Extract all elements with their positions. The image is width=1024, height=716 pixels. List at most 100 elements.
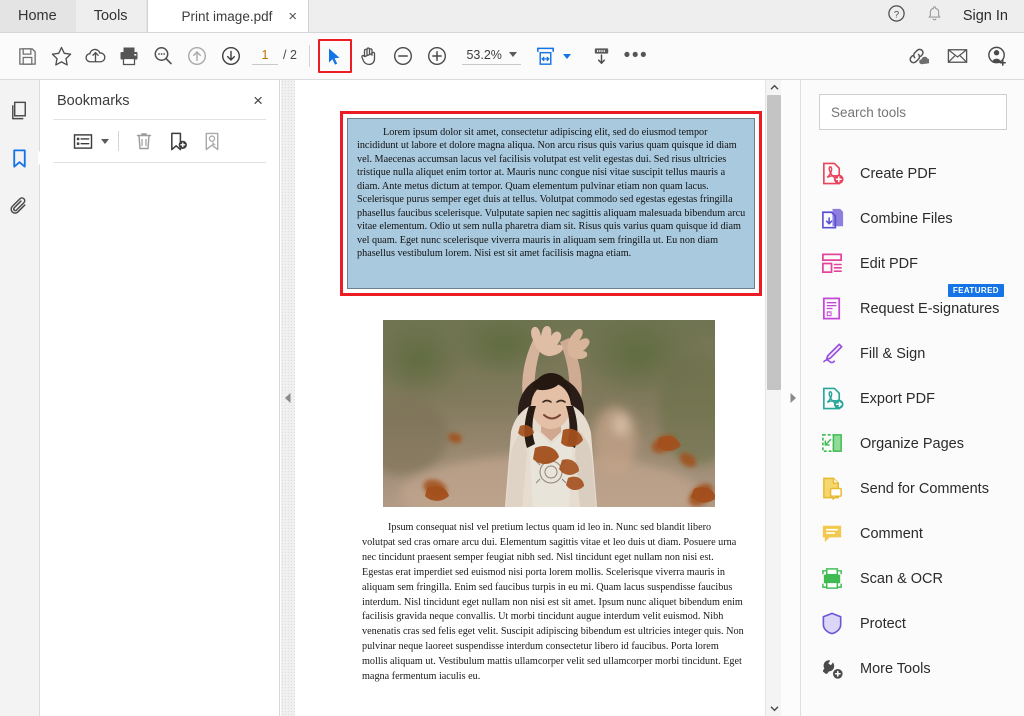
hand-pan-icon[interactable] (352, 39, 386, 73)
tool-organize-pages[interactable]: Organize Pages (819, 421, 1006, 466)
save-to-cloud-icon[interactable] (78, 39, 112, 73)
email-envelope-icon[interactable] (940, 39, 974, 73)
zoom-level-selector[interactable]: 53.2% (461, 47, 521, 65)
request-e-signatures-icon (819, 296, 845, 321)
scroll-down-arrow[interactable] (766, 701, 782, 716)
tool-label: More Tools (860, 660, 931, 677)
tool-request-e-signatures[interactable]: Request E-signatures FEATURED (819, 284, 1006, 331)
page-total-label: / 2 (283, 47, 297, 62)
page-thumbnails-icon[interactable] (2, 92, 38, 128)
tools-tab[interactable]: Tools (76, 0, 147, 32)
delete-trash-icon[interactable] (128, 126, 160, 156)
tool-label: Export PDF (860, 390, 935, 407)
more-options-ellipsis-icon[interactable]: ••• (619, 39, 653, 73)
bookmarks-panel-header: Bookmarks × (40, 80, 279, 119)
save-icon[interactable] (10, 39, 44, 73)
edit-pdf-icon (819, 251, 845, 276)
send-for-comments-icon (819, 476, 845, 501)
zoom-in-plus-icon[interactable] (420, 39, 454, 73)
add-person-icon[interactable] (980, 39, 1014, 73)
selected-text-paragraph[interactable]: Lorem ipsum dolor sit amet, consectetur … (347, 118, 755, 289)
next-page-down-arrow-icon[interactable] (214, 39, 248, 73)
close-icon[interactable]: × (253, 92, 263, 109)
close-icon[interactable]: × (288, 9, 297, 24)
find-bookmark-icon[interactable] (196, 126, 228, 156)
tool-fill-and-sign[interactable]: Fill & Sign (819, 331, 1006, 376)
search-tools-input[interactable] (819, 94, 1007, 130)
bookmarks-panel: Bookmarks × (40, 80, 280, 716)
main-toolbar: / 2 53.2% ••• (0, 33, 1024, 80)
tool-send-for-comments[interactable]: Send for Comments (819, 466, 1006, 511)
select-cursor-icon[interactable] (317, 39, 352, 73)
help-circle-icon[interactable]: ? (887, 4, 906, 28)
home-tab[interactable]: Home (0, 0, 76, 32)
share-link-cloud-icon[interactable] (900, 39, 934, 73)
protect-shield-icon (819, 611, 845, 636)
tools-tab-label: Tools (93, 8, 128, 24)
tool-label: Create PDF (860, 165, 937, 182)
tool-label: Scan & OCR (860, 570, 943, 587)
tool-more-tools[interactable]: More Tools (819, 646, 1006, 691)
document-tab-title: Print image.pdf (181, 8, 273, 24)
document-tab[interactable]: Print image.pdf × (146, 0, 310, 32)
add-to-favorites-star-icon[interactable] (44, 39, 78, 73)
tool-label: Fill & Sign (860, 345, 926, 362)
vertical-scrollbar[interactable] (765, 80, 781, 716)
more-tools-wrench-icon (819, 656, 845, 681)
svg-text:?: ? (894, 9, 899, 20)
scan-and-ocr-icon (819, 566, 845, 591)
print-icon[interactable] (112, 39, 146, 73)
tool-scan-and-ocr[interactable]: Scan & OCR (819, 556, 1006, 601)
scroll-up-arrow[interactable] (766, 80, 782, 95)
tool-label: Send for Comments (860, 480, 989, 497)
tool-label: Combine Files (860, 210, 953, 227)
combine-files-icon (819, 206, 845, 231)
tool-label: Comment (860, 525, 923, 542)
acrobat-window: Home Tools Print image.pdf × ? Sign In 1… (0, 0, 1024, 716)
collapse-right-panel-arrow[interactable] (786, 387, 800, 409)
tool-comment[interactable]: Comment (819, 511, 1006, 556)
fill-and-sign-icon (819, 341, 845, 366)
tool-combine-files[interactable]: Combine Files (819, 196, 1006, 241)
attachments-paperclip-icon[interactable] (2, 188, 38, 224)
body-paragraph[interactable]: Ipsum consequat nisl vel pretium lectus … (362, 521, 744, 685)
bookmark-options-chevron-down-icon[interactable] (101, 138, 109, 144)
tool-create-pdf[interactable]: Create PDF (819, 151, 1006, 196)
notification-bell-icon[interactable] (926, 5, 943, 28)
bookmarks-panel-title: Bookmarks (57, 92, 130, 109)
tool-label: Edit PDF (860, 255, 919, 272)
pdf-page[interactable]: Lorem ipsum dolor sit amet, consectetur … (295, 80, 781, 716)
collapse-left-panel-arrow[interactable] (281, 387, 295, 409)
export-pdf-icon (819, 386, 845, 411)
tools-list: Create PDF Combine Files Edit PDF Reques… (819, 151, 1006, 691)
bookmarks-icon[interactable] (2, 140, 45, 176)
selection-highlight-box: Lorem ipsum dolor sit amet, consectetur … (340, 111, 762, 296)
fit-options-chevron-down-icon[interactable] (562, 53, 571, 59)
previous-page-up-arrow-icon[interactable] (180, 39, 214, 73)
navigation-rail (0, 80, 45, 716)
zoom-level-value: 53.2% (466, 47, 502, 62)
scrollbar-thumb[interactable] (767, 95, 781, 390)
page-display-scroll-icon[interactable] (585, 39, 619, 73)
new-bookmark-icon[interactable] (162, 126, 194, 156)
page-navigation[interactable]: / 2 (252, 47, 297, 65)
application-tab-bar: Home Tools Print image.pdf × ? Sign In (0, 0, 1024, 33)
search-icon[interactable] (146, 39, 180, 73)
zoom-out-minus-icon[interactable] (386, 39, 420, 73)
status-badge: FEATURED (947, 284, 1004, 297)
page-number-input[interactable] (252, 47, 278, 65)
tool-edit-pdf[interactable]: Edit PDF (819, 241, 1006, 286)
sign-in-button[interactable]: Sign In (963, 8, 1008, 24)
chevron-down-icon[interactable] (508, 52, 517, 57)
tool-protect[interactable]: Protect (819, 601, 1006, 646)
document-viewer: Lorem ipsum dolor sit amet, consectetur … (281, 80, 800, 716)
bookmark-options-list-icon[interactable] (67, 126, 99, 156)
fit-page-width-icon[interactable] (529, 39, 563, 73)
document-photo (383, 320, 715, 507)
tool-label: Organize Pages (860, 435, 964, 452)
woman-with-raised-arms-in-autumn-leaves-photo (383, 320, 715, 507)
tool-export-pdf[interactable]: Export PDF (819, 376, 1006, 421)
tools-panel: Create PDF Combine Files Edit PDF Reques… (800, 80, 1024, 716)
create-pdf-icon (819, 161, 845, 186)
toolbar-divider-1 (308, 45, 310, 67)
